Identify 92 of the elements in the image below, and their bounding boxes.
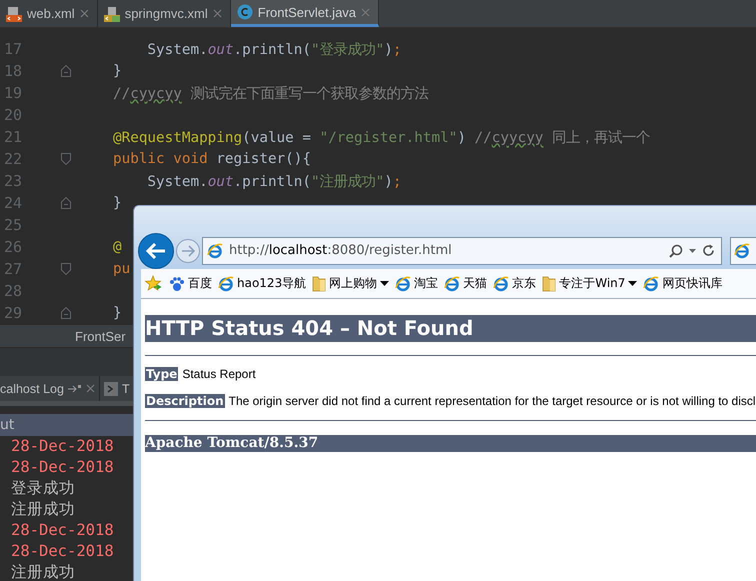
output-label: ut bbox=[0, 417, 14, 433]
favorite-link[interactable]: 网页快讯库 bbox=[643, 275, 722, 292]
line-number: 17 bbox=[3, 40, 24, 58]
console-line: 28-Dec-2018 bbox=[11, 520, 114, 541]
globe-e-icon bbox=[493, 276, 510, 292]
address-bar[interactable]: http://localhost:8080/register.html bbox=[202, 236, 722, 264]
line-number: 18 bbox=[3, 62, 24, 80]
line-number: 22 bbox=[3, 150, 24, 168]
arrow-right-icon bbox=[181, 244, 195, 256]
field-value: The origin server did not find a current representation for the target resource or is not willing to discl bbox=[228, 394, 756, 408]
xml-file-icon bbox=[6, 6, 22, 22]
browser-tab[interactable] bbox=[730, 236, 756, 264]
favorite-link[interactable]: 淘宝 bbox=[395, 275, 438, 292]
search-icon bbox=[669, 244, 683, 258]
editor-tab[interactable]: springmvc.xml bbox=[98, 0, 231, 27]
line-number: 20 bbox=[3, 106, 24, 124]
line-number: 27 bbox=[3, 260, 24, 278]
code-line: } bbox=[113, 305, 122, 321]
tab-label: T bbox=[122, 382, 130, 396]
page-heading: HTTP Status 404 – Not Found bbox=[145, 315, 756, 342]
folder-icon bbox=[542, 276, 556, 292]
close-icon bbox=[86, 384, 95, 393]
line-number: 21 bbox=[3, 128, 24, 146]
globe-e-icon bbox=[444, 276, 460, 292]
back-button[interactable] bbox=[138, 232, 174, 268]
refresh-icon bbox=[702, 244, 715, 257]
fold-marker-icon bbox=[61, 263, 71, 275]
fold-marker-icon bbox=[61, 65, 71, 77]
close-icon bbox=[80, 9, 89, 18]
editor-tab[interactable]: FrontServlet.java bbox=[230, 0, 380, 27]
pin-icon bbox=[68, 384, 82, 394]
tab-label: FrontServlet.java bbox=[258, 4, 356, 20]
console-line: 28-Dec-2018 bbox=[11, 436, 114, 457]
caret-icon bbox=[689, 248, 696, 252]
line-number: 23 bbox=[3, 172, 24, 190]
paw-icon bbox=[169, 276, 185, 292]
fold-marker-icon bbox=[61, 307, 71, 319]
tool-tab[interactable]: calhost Log bbox=[0, 376, 100, 401]
line-number: 19 bbox=[3, 84, 24, 102]
console-line: 登录成功 bbox=[11, 478, 75, 499]
code-line: pu bbox=[113, 261, 130, 277]
code-line: System.out.println("登录成功"); bbox=[146, 40, 402, 58]
forward-button[interactable] bbox=[176, 238, 200, 262]
line-number: 24 bbox=[3, 194, 24, 212]
close-icon bbox=[212, 9, 222, 18]
folder-icon bbox=[312, 276, 326, 292]
code-line: System.out.println("注册成功"); bbox=[146, 172, 402, 190]
url-text: http://localhost:8080/register.html bbox=[229, 243, 453, 258]
code-line: @RequestMapping(value = "/register.html") //cyycyy 同上，再试一个 bbox=[113, 128, 650, 146]
globe-e-icon bbox=[734, 242, 750, 258]
favorite-link[interactable]: 专注于Win7 bbox=[542, 275, 638, 292]
console-line: 28-Dec-2018 bbox=[11, 457, 114, 478]
code-line: } bbox=[113, 63, 122, 79]
caret-icon bbox=[628, 281, 638, 286]
line-number: 26 bbox=[3, 238, 24, 256]
close-icon bbox=[361, 8, 370, 16]
globe-e-icon bbox=[218, 276, 234, 292]
favorite-link[interactable]: 京东 bbox=[493, 275, 536, 292]
favorite-link[interactable]: 网上购物 bbox=[312, 275, 390, 292]
arrow-left-icon bbox=[146, 242, 166, 258]
favorite-link[interactable]: 天猫 bbox=[444, 275, 488, 292]
caret-icon bbox=[380, 281, 390, 286]
line-number: 25 bbox=[3, 216, 24, 234]
globe-e-icon bbox=[207, 242, 223, 258]
field-value: Status Report bbox=[182, 367, 256, 381]
class-file-icon bbox=[236, 4, 253, 20]
line-number: 28 bbox=[3, 282, 24, 300]
star-add-icon bbox=[145, 275, 163, 292]
globe-e-icon bbox=[395, 276, 412, 292]
globe-e-icon bbox=[643, 276, 660, 292]
code-line: } bbox=[113, 195, 122, 211]
line-number: 29 bbox=[3, 304, 24, 322]
tool-tab[interactable]: T bbox=[100, 376, 134, 401]
tab-label: springmvc.xml bbox=[124, 6, 208, 21]
code-line: public void register(){ bbox=[113, 151, 311, 167]
server-footer: Apache Tomcat/8.5.37 bbox=[145, 435, 756, 452]
favorite-link[interactable]: hao123导航 bbox=[218, 275, 306, 292]
console-line: 28-Dec-2018 bbox=[11, 541, 114, 562]
tab-label: web.xml bbox=[27, 6, 75, 21]
fold-marker-icon bbox=[61, 153, 71, 165]
tab-label: calhost Log bbox=[0, 382, 64, 396]
console-icon bbox=[104, 382, 118, 396]
file-name: FrontSer bbox=[75, 328, 126, 344]
console-line: 注册成功 bbox=[11, 562, 75, 581]
code-line: @ bbox=[113, 239, 122, 255]
console-line: 注册成功 bbox=[11, 499, 75, 520]
field-label: Description bbox=[145, 394, 225, 408]
fold-marker-icon bbox=[61, 197, 71, 209]
favorite-link[interactable]: 百度 bbox=[169, 275, 212, 292]
xml-file-icon bbox=[104, 6, 120, 22]
code-line: //cyycyy 测试完在下面重写一个获取参数的方法 bbox=[113, 84, 428, 102]
field-label: Type bbox=[145, 367, 178, 381]
